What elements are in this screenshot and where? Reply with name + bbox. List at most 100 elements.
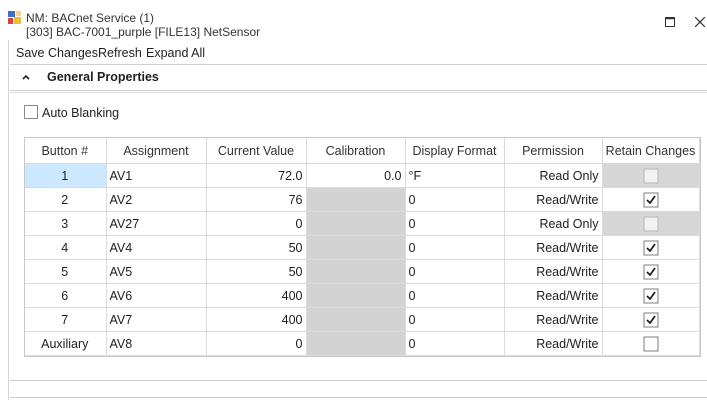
display-format-cell[interactable]: 0: [405, 235, 505, 260]
retain-changes-checkbox: [643, 168, 658, 183]
network-manager-icon: [8, 11, 21, 24]
table-row[interactable]: 7 AV7 400 0 Read/Write: [24, 307, 700, 332]
assignment-cell[interactable]: AV7: [106, 307, 207, 332]
calibration-cell[interactable]: 0.0: [306, 163, 406, 188]
retain-changes-checkbox[interactable]: [643, 264, 658, 279]
checkmark-icon: [645, 242, 656, 252]
section-divider-bottom: [10, 397, 707, 398]
current-value-cell[interactable]: 0: [206, 211, 307, 236]
current-value-cell[interactable]: 400: [206, 307, 307, 332]
chevron-up-icon[interactable]: [20, 71, 32, 83]
permission-cell[interactable]: Read/Write: [504, 283, 603, 308]
window-title: NM: BACnet Service (1): [26, 11, 155, 25]
retain-changes-checkbox[interactable]: [643, 240, 658, 255]
checkmark-icon: [645, 314, 656, 324]
permission-cell[interactable]: Read/Write: [504, 307, 603, 332]
current-value-cell[interactable]: 400: [206, 283, 307, 308]
table-row[interactable]: 6 AV6 400 0 Read/Write: [24, 283, 700, 308]
checkmark-icon: [645, 194, 656, 204]
general-properties-header[interactable]: General Properties: [10, 64, 707, 91]
assignment-cell[interactable]: AV8: [106, 331, 207, 356]
column-header-calibration[interactable]: Calibration: [306, 138, 406, 164]
window-left-border: [8, 40, 9, 400]
assignment-cell[interactable]: AV5: [106, 259, 207, 284]
assignment-cell[interactable]: AV2: [106, 187, 207, 212]
table-row[interactable]: 5 AV5 50 0 Read/Write: [24, 259, 700, 284]
column-header-assignment[interactable]: Assignment: [106, 138, 207, 164]
display-format-cell[interactable]: 0: [405, 259, 505, 284]
table-row[interactable]: 2 AV2 76 0 Read/Write: [24, 187, 700, 212]
button-number-cell: 1: [24, 163, 107, 188]
calibration-cell: [306, 211, 406, 236]
checkmark-icon: [645, 266, 656, 276]
calibration-cell: [306, 331, 406, 356]
table-row[interactable]: 1 AV1 72.0 0.0 °F Read Only: [24, 163, 700, 188]
table-row[interactable]: 3 AV27 0 0 Read Only: [24, 211, 700, 236]
calibration-cell: [306, 259, 406, 284]
section-divider: [10, 380, 707, 381]
retain-changes-checkbox: [643, 216, 658, 231]
retain-changes-checkbox[interactable]: [643, 288, 658, 303]
button-assignment-grid: Button # Assignment Current Value Calibrati…: [24, 138, 700, 356]
retain-changes-cell[interactable]: [602, 235, 700, 260]
assignment-cell[interactable]: AV4: [106, 235, 207, 260]
column-header-display-format[interactable]: Display Format: [405, 138, 505, 164]
display-format-cell[interactable]: 0: [405, 211, 505, 236]
display-format-cell[interactable]: 0: [405, 283, 505, 308]
calibration-cell: [306, 283, 406, 308]
assignment-cell[interactable]: AV27: [106, 211, 207, 236]
refresh-button[interactable]: Refresh: [98, 46, 142, 60]
expand-all-button[interactable]: Expand All: [146, 46, 205, 60]
retain-changes-checkbox[interactable]: [643, 192, 658, 207]
button-number-cell: 7: [24, 307, 107, 332]
maximize-button[interactable]: [661, 14, 679, 30]
permission-cell[interactable]: Read/Write: [504, 187, 603, 212]
display-format-cell[interactable]: 0: [405, 331, 505, 356]
column-header-button[interactable]: Button #: [24, 138, 107, 164]
permission-cell[interactable]: Read Only: [504, 211, 603, 236]
button-number-cell: 2: [24, 187, 107, 212]
section-title: General Properties: [47, 70, 159, 84]
calibration-cell: [306, 235, 406, 260]
window-subtitle: [303] BAC-7001_purple [FILE13] NetSensor: [26, 25, 261, 39]
button-number-cell: 4: [24, 235, 107, 260]
permission-cell[interactable]: Read/Write: [504, 235, 603, 260]
current-value-cell[interactable]: 50: [206, 259, 307, 284]
button-number-cell: Auxiliary: [24, 331, 107, 356]
retain-changes-cell: [602, 211, 700, 236]
column-header-retain-changes[interactable]: Retain Changes: [602, 138, 700, 164]
checkmark-icon: [645, 290, 656, 300]
retain-changes-cell[interactable]: [602, 187, 700, 212]
calibration-cell: [306, 307, 406, 332]
display-format-cell[interactable]: °F: [405, 163, 505, 188]
auto-blanking-box[interactable]: [24, 105, 38, 119]
retain-changes-checkbox[interactable]: [643, 312, 658, 327]
save-changes-button[interactable]: Save Changes: [16, 46, 98, 60]
display-format-cell[interactable]: 0: [405, 187, 505, 212]
current-value-cell[interactable]: 50: [206, 235, 307, 260]
display-format-cell[interactable]: 0: [405, 307, 505, 332]
assignment-cell[interactable]: AV6: [106, 283, 207, 308]
table-row[interactable]: 4 AV4 50 0 Read/Write: [24, 235, 700, 260]
title-bar: NM: BACnet Service (1) [303] BAC-7001_pu…: [0, 0, 707, 40]
permission-cell[interactable]: Read Only: [504, 163, 603, 188]
column-header-permission[interactable]: Permission: [504, 138, 603, 164]
current-value-cell[interactable]: 76: [206, 187, 307, 212]
column-header-current-value[interactable]: Current Value: [206, 138, 307, 164]
permission-cell[interactable]: Read/Write: [504, 259, 603, 284]
retain-changes-cell[interactable]: [602, 331, 700, 356]
nm-bacnet-window: NM: BACnet Service (1) [303] BAC-7001_pu…: [0, 0, 707, 400]
retain-changes-checkbox[interactable]: [643, 336, 658, 351]
retain-changes-cell[interactable]: [602, 283, 700, 308]
retain-changes-cell[interactable]: [602, 307, 700, 332]
auto-blanking-label: Auto Blanking: [42, 106, 120, 120]
button-number-cell: 6: [24, 283, 107, 308]
close-button[interactable]: [691, 14, 707, 30]
retain-changes-cell[interactable]: [602, 259, 700, 284]
table-row[interactable]: Auxiliary AV8 0 0 Read/Write: [24, 331, 700, 356]
permission-cell[interactable]: Read/Write: [504, 331, 603, 356]
button-number-cell: 5: [24, 259, 107, 284]
current-value-cell[interactable]: 72.0: [206, 163, 307, 188]
current-value-cell[interactable]: 0: [206, 331, 307, 356]
assignment-cell[interactable]: AV1: [106, 163, 207, 188]
